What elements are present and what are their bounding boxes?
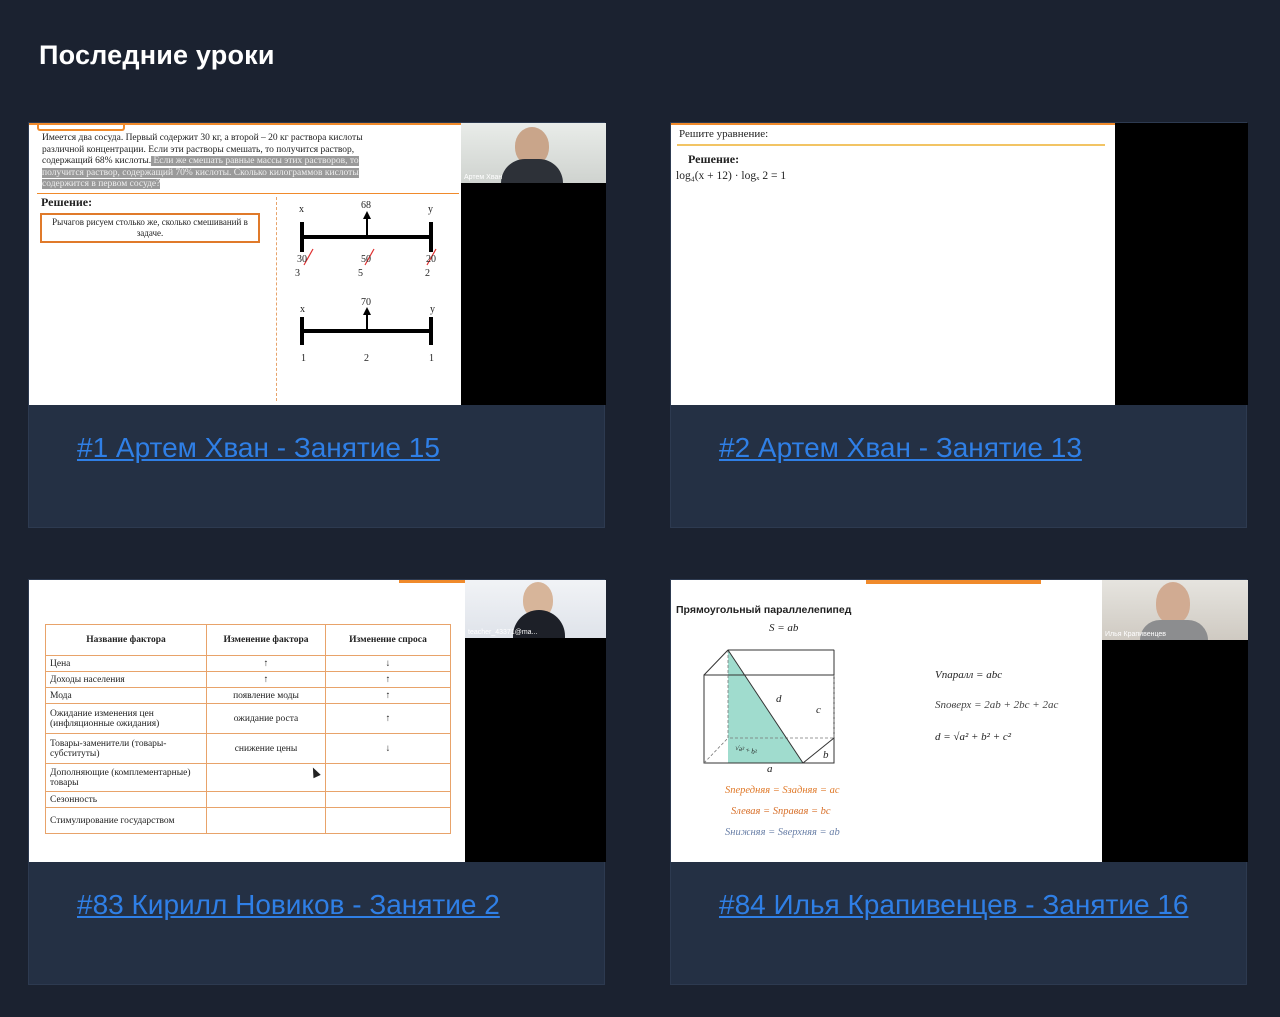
person-avatar <box>1156 582 1190 624</box>
table-header: Изменение фактора <box>206 624 326 656</box>
camera-video: Илья Крапивенцев <box>1102 580 1248 640</box>
table-cell: ↑ <box>325 703 451 734</box>
table-cell: ↑ <box>325 671 451 688</box>
lever-label: 50 <box>361 254 371 265</box>
lever-label: 68 <box>361 200 371 211</box>
table-row: Стимулирование государством <box>45 807 451 834</box>
camera-name-label: teacher_43371@ma... <box>468 629 538 636</box>
camera-video: Артем Хван <box>461 123 606 183</box>
table-row: Ожидание изменения цен (инфляционные ожи… <box>45 703 451 734</box>
table-cell: ↓ <box>325 655 451 672</box>
diagram-label: c <box>816 704 821 716</box>
lever-label: 70 <box>361 297 371 308</box>
table-cell: ↑ <box>206 655 326 672</box>
lever-label: y <box>428 204 433 215</box>
lesson-thumbnail[interactable]: Название фактора Изменение фактора Измен… <box>29 580 606 862</box>
lever-label: 30 <box>297 254 307 265</box>
lesson-link[interactable]: #1 Артем Хван - Занятие 15 <box>77 425 564 470</box>
lesson-thumbnail[interactable]: Решите уравнение: Решение: log₄(x + 12) … <box>671 123 1248 405</box>
lever-label: x <box>299 204 304 215</box>
diagram-label: d <box>776 693 782 705</box>
slide: Название фактора Изменение фактора Измен… <box>29 580 465 862</box>
table-cell: ↑ <box>325 687 451 704</box>
formula: Sповерх = 2ab + 2bc + 2ac <box>935 699 1059 711</box>
table-row: Доходы населения ↑ ↑ <box>45 671 451 688</box>
table-row: Товары-заменители (товары-субституты) сн… <box>45 733 451 764</box>
lever-label: 2 <box>364 353 369 364</box>
camera-panel: teacher_43371@ma... <box>465 580 606 862</box>
lever-label: 5 <box>358 268 363 279</box>
table-cell <box>325 763 451 792</box>
table-cell <box>325 791 451 808</box>
table-cell <box>206 791 326 808</box>
page-title: Последние уроки <box>39 40 275 70</box>
table-cell <box>325 807 451 834</box>
lesson-link[interactable]: #84 Илья Крапивенцев - Занятие 16 <box>719 882 1206 927</box>
table-cell: Мода <box>45 687 207 704</box>
camera-panel: Артем Хван <box>461 123 606 405</box>
parallelepiped-diagram <box>703 649 835 764</box>
table-cell: ↓ <box>325 733 451 764</box>
table-cell: появление моды <box>206 687 326 704</box>
lever-diagram <box>300 211 437 345</box>
lesson-thumbnail[interactable]: Прямоугольный параллелепипед S = ab d c … <box>671 580 1248 862</box>
lesson-link[interactable]: #2 Артем Хван - Занятие 13 <box>719 425 1206 470</box>
table-cell: Цена <box>45 655 207 672</box>
camera-name-label: Артем Хван <box>464 174 503 181</box>
table-cell <box>206 807 326 834</box>
formula: Sнижняя = Sверхняя = ab <box>725 827 840 838</box>
lesson-card[interactable]: Имеется два сосуда. Первый содержит 30 к… <box>28 122 606 528</box>
table-row: Цена ↑ ↓ <box>45 655 451 672</box>
table-header: Изменение спроса <box>325 624 451 656</box>
solution-label: Решение: <box>688 152 740 166</box>
lesson-card[interactable]: Решите уравнение: Решение: log₄(x + 12) … <box>670 122 1248 528</box>
table-cell: Ожидание изменения цен (инфляционные ожи… <box>45 703 207 734</box>
lever-label: 1 <box>429 353 434 364</box>
slide: Прямоугольный параллелепипед S = ab d c … <box>671 580 1102 862</box>
lesson-link[interactable]: #83 Кирилл Новиков - Занятие 2 <box>77 882 564 927</box>
table-row: Дополняющие (комплементарные) товары <box>45 763 451 792</box>
table-header: Название фактора <box>45 624 207 656</box>
lesson-card[interactable]: Прямоугольный параллелепипед S = ab d c … <box>670 579 1248 985</box>
table-cell <box>206 763 326 792</box>
camera-panel <box>1115 123 1248 405</box>
factor-table: Название фактора Изменение фактора Измен… <box>45 624 451 834</box>
lever-label: 20 <box>426 254 436 265</box>
lever-label: 3 <box>295 268 300 279</box>
table-cell: ↑ <box>206 671 326 688</box>
lesson-thumbnail[interactable]: Имеется два сосуда. Первый содержит 30 к… <box>29 123 606 405</box>
formula: Sпередняя = Sзадняя = ac <box>725 785 840 796</box>
table-cell: снижение цены <box>206 733 326 764</box>
diagram-label: b <box>823 749 829 761</box>
table-cell: Дополняющие (комплементарные) товары <box>45 763 207 792</box>
table-header-row: Название фактора Изменение фактора Измен… <box>45 624 451 656</box>
formula: d = √a² + b² + c² <box>935 731 1012 743</box>
camera-name-label: Илья Крапивенцев <box>1105 631 1167 638</box>
equation: log₄(x + 12) · logₓ 2 = 1 <box>676 170 787 182</box>
divider <box>677 144 1105 146</box>
table-cell: ожидание роста <box>206 703 326 734</box>
lever-label: y <box>430 304 435 315</box>
task-label: Решите уравнение: <box>679 128 769 140</box>
slide: Имеется два сосуда. Первый содержит 30 к… <box>29 123 461 405</box>
lever-label: 1 <box>301 353 306 364</box>
table-row: Мода появление моды ↑ <box>45 687 451 704</box>
diagram-label: a <box>767 763 773 775</box>
lever-label: 2 <box>425 268 430 279</box>
formula: Sлевая = Sправая = bc <box>731 806 831 817</box>
lever-label: x <box>300 304 305 315</box>
table-cell: Стимулирование государством <box>45 807 207 834</box>
slide-accent <box>399 580 465 583</box>
table-cell: Сезонность <box>45 791 207 808</box>
slide: Решите уравнение: Решение: log₄(x + 12) … <box>671 123 1115 405</box>
camera-panel: Илья Крапивенцев <box>1102 580 1248 862</box>
formula: Vпаралл = abc <box>935 669 1003 681</box>
table-row: Сезонность <box>45 791 451 808</box>
slide-accent <box>671 123 1115 125</box>
camera-video: teacher_43371@ma... <box>465 580 606 638</box>
table-cell: Доходы населения <box>45 671 207 688</box>
lesson-card[interactable]: Название фактора Изменение фактора Измен… <box>28 579 606 985</box>
table-cell: Товары-заменители (товары-субституты) <box>45 733 207 764</box>
